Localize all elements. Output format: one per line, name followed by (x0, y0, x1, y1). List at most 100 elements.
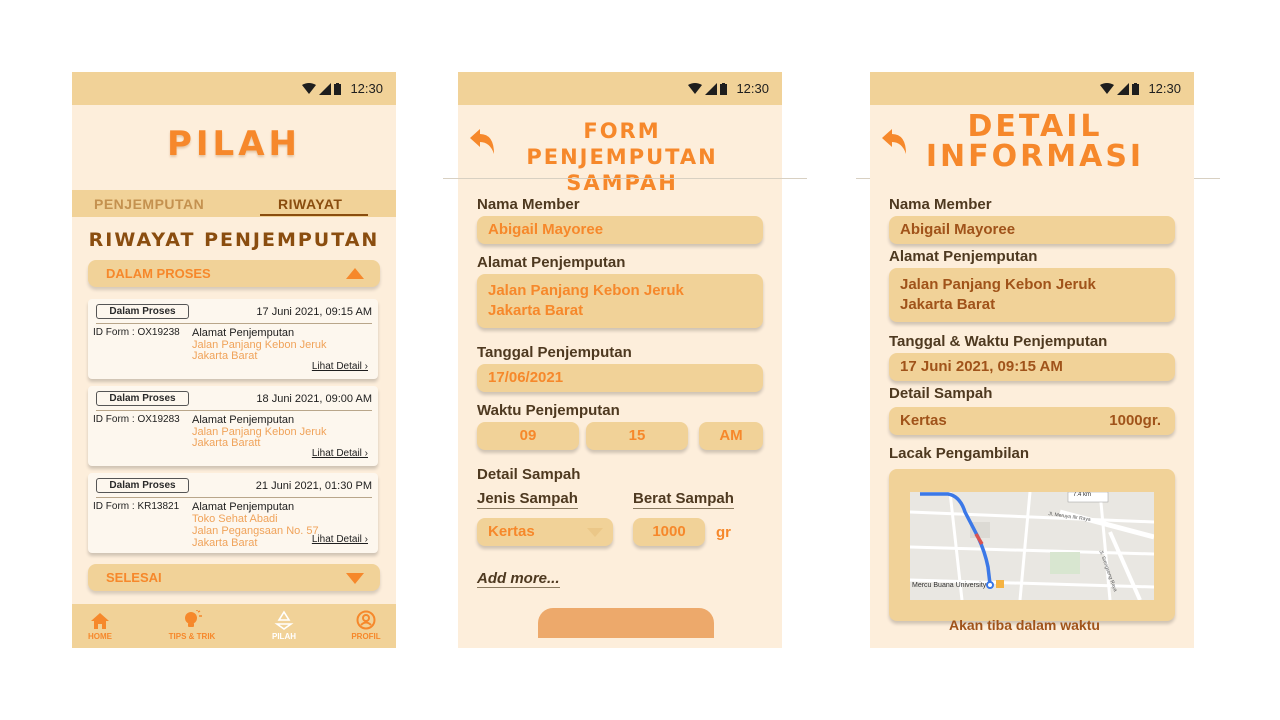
card-address-line: Jakarta Barat (192, 350, 258, 362)
waste-type-select[interactable]: Kertas (477, 518, 613, 546)
in-process-toggle[interactable]: DALAM PROSES (88, 260, 380, 287)
signal-icon (319, 82, 332, 95)
battery-icon (720, 82, 728, 95)
header-divider (443, 178, 807, 179)
wifi-icon (1100, 82, 1115, 94)
waste-weight-value: 1000 (652, 523, 686, 540)
tab-active-indicator (260, 214, 368, 216)
ampm-value: AM (719, 427, 743, 444)
member-value: Abigail Mayoree (900, 221, 1016, 238)
address-display: Jalan Panjang Kebon Jeruk Jakarta Barat (889, 268, 1175, 322)
member-label: Nama Member (889, 196, 992, 213)
address-label: Alamat Penjemputan (889, 248, 1038, 265)
wifi-icon (302, 82, 317, 94)
map-distance-label: 7.4 km (1073, 492, 1092, 498)
done-toggle[interactable]: SELESAI (88, 564, 380, 591)
nav-profile[interactable]: PROFIL (331, 604, 396, 648)
recycle-icon (274, 610, 294, 630)
battery-icon (334, 82, 342, 95)
status-badge: Dalam Proses (96, 478, 189, 493)
collapse-up-icon (346, 268, 364, 279)
hour-field[interactable]: 09 (477, 422, 579, 450)
page-title-line: SAMPAH (566, 171, 678, 195)
signal-icon (1117, 82, 1130, 95)
tab-history[interactable]: RIWAYAT (278, 196, 342, 212)
card-address-line: Jalan Pegangsaan No. 57 (192, 525, 319, 537)
card-address-line: Jakarta Baratt (192, 437, 261, 449)
card-form-id: ID Form : OX19238 (93, 327, 180, 338)
weight-unit: gr (716, 524, 731, 541)
status-time: 12:30 (736, 81, 769, 96)
time-label: Waktu Penjemputan (477, 402, 620, 419)
bottom-nav: HOME TIPS & TRIK PILAH PROFIL (72, 604, 396, 648)
submit-button[interactable] (538, 608, 714, 638)
profile-icon (356, 610, 376, 630)
minute-value: 15 (628, 427, 646, 444)
card-date: 17 Juni 2021, 09:15 AM (256, 306, 372, 318)
add-more-link[interactable]: Add more... (477, 570, 560, 588)
section-title: RIWAYAT PENJEMPUTAN (88, 229, 380, 251)
waste-type-label: Jenis Sampah (477, 490, 578, 509)
phone-history-screen: 12:30 PILAH PENJEMPUTAN RIWAYAT RIWAYAT … (72, 72, 396, 648)
minute-field[interactable]: 15 (586, 422, 688, 450)
address-field[interactable]: Jalan Panjang Kebon Jeruk Jakarta Barat (477, 274, 763, 328)
nav-profile-label: PROFIL (351, 632, 381, 641)
nav-home[interactable]: HOME (72, 604, 135, 648)
nav-pilah-label: PILAH (272, 632, 296, 641)
nav-home-label: HOME (88, 632, 112, 641)
page-title: FORM PENJEMPUTAN SAMPAH (486, 118, 758, 196)
waste-detail-display: Kertas 1000gr. (889, 407, 1175, 435)
card-address-line: Toko Sehat Abadi (192, 513, 278, 525)
card-divider (96, 497, 372, 498)
date-label: Tanggal Penjemputan (477, 344, 632, 361)
status-bar: 12:30 (458, 72, 782, 105)
dropdown-arrow-icon (587, 528, 603, 537)
nav-pilah[interactable]: PILAH (249, 604, 319, 648)
nav-tips-label: TIPS & TRIK (168, 632, 216, 641)
waste-type-value: Kertas (900, 412, 947, 429)
ampm-field[interactable]: AM (699, 422, 763, 450)
datetime-label: Tanggal & Waktu Penjemputan (889, 333, 1108, 350)
member-label: Nama Member (477, 196, 580, 213)
in-process-label: DALAM PROSES (106, 266, 211, 281)
datetime-display: 17 Juni 2021, 09:15 AM (889, 353, 1175, 381)
card-form-id: ID Form : OX19283 (93, 414, 180, 425)
page-title-line: INFORMASI (925, 139, 1145, 174)
waste-type-value: Kertas (488, 523, 535, 540)
history-card: Dalam Proses 17 Juni 2021, 09:15 AM ID F… (88, 299, 378, 379)
phone-detail-screen: 12:30 DETAIL INFORMASI Nama Member Abiga… (870, 72, 1194, 648)
back-arrow-icon[interactable] (880, 128, 908, 156)
page-title-line: FORM PENJEMPUTAN (526, 119, 718, 169)
card-address-label: Alamat Penjemputan (192, 501, 295, 513)
waste-weight-value: 1000gr. (1109, 412, 1161, 429)
nav-tips[interactable]: TIPS & TRIK (157, 604, 227, 648)
tab-pickup[interactable]: PENJEMPUTAN (94, 196, 204, 212)
waste-weight-input[interactable]: 1000 (633, 518, 705, 546)
lightbulb-icon (185, 610, 202, 627)
battery-icon (1132, 82, 1140, 95)
address-line: Jakarta Barat (488, 302, 584, 319)
done-label: SELESAI (106, 570, 162, 585)
view-detail-link[interactable]: Lihat Detail › (312, 448, 368, 459)
tab-bar: PENJEMPUTAN RIWAYAT (72, 190, 396, 217)
member-display: Abigail Mayoree (889, 216, 1175, 244)
card-form-id: ID Form : KR13821 (93, 501, 180, 512)
card-divider (96, 323, 372, 324)
status-time: 12:30 (1148, 81, 1181, 96)
waste-detail-label: Detail Sampah (889, 385, 993, 402)
address-line: Jalan Panjang Kebon Jeruk (488, 282, 684, 299)
view-detail-link[interactable]: Lihat Detail › (312, 361, 368, 372)
address-label: Alamat Penjemputan (477, 254, 626, 271)
eta-text: Akan tiba dalam waktu (949, 617, 1100, 633)
tracking-map[interactable]: 7.4 km Mercu Buana University Jl. Meruya… (910, 492, 1154, 600)
card-divider (96, 410, 372, 411)
waste-detail-label: Detail Sampah (477, 466, 581, 483)
hour-value: 09 (519, 427, 537, 444)
member-field[interactable]: Abigail Mayoree (477, 216, 763, 244)
home-icon (91, 613, 109, 629)
view-detail-link[interactable]: Lihat Detail › (312, 534, 368, 545)
date-field[interactable]: 17/06/2021 (477, 364, 763, 392)
tracking-card: 7.4 km Mercu Buana University Jl. Meruya… (889, 469, 1175, 633)
status-bar: 12:30 (870, 72, 1194, 105)
address-line: Jalan Panjang Kebon Jeruk (900, 276, 1096, 293)
